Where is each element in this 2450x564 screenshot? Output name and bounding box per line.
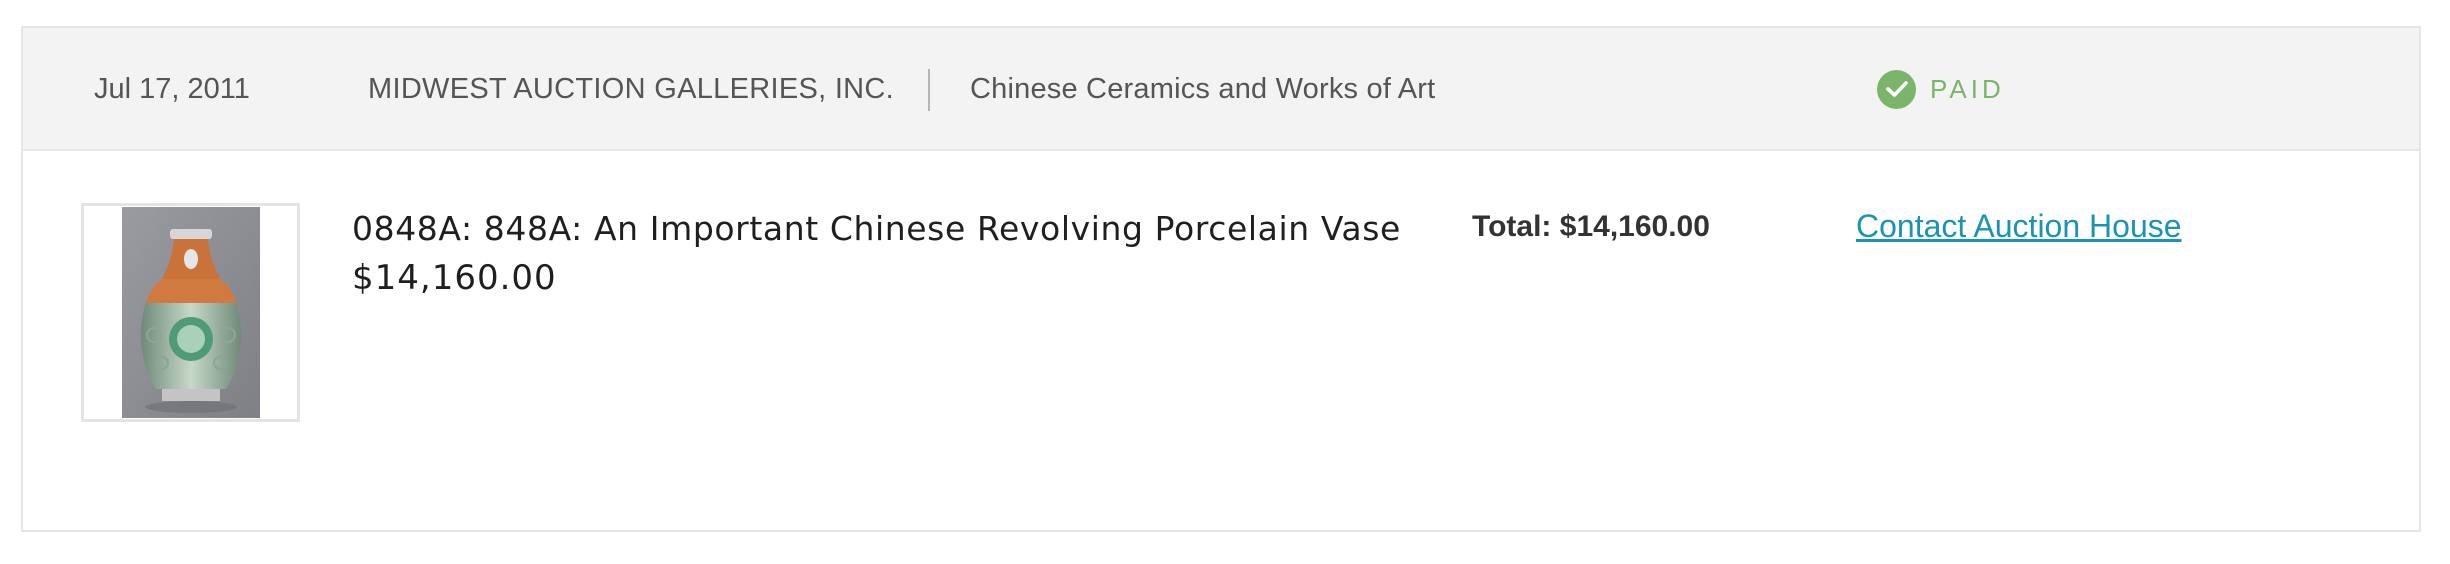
lot-thumbnail[interactable] bbox=[81, 203, 300, 422]
vase-image bbox=[122, 207, 260, 418]
lot-price: $14,160.00 bbox=[352, 258, 557, 298]
order-total: Total: $14,160.00 bbox=[1472, 210, 1710, 243]
invoice-header: Jul 17, 2011 MIDWEST AUCTION GALLERIES, … bbox=[23, 28, 2419, 151]
check-circle-icon bbox=[1877, 69, 1916, 109]
header-divider bbox=[928, 69, 930, 111]
sale-title: Chinese Ceramics and Works of Art bbox=[970, 73, 1436, 105]
payment-status: PAID bbox=[1877, 69, 2005, 109]
payment-status-label: PAID bbox=[1930, 73, 2005, 104]
auction-house-name: MIDWEST AUCTION GALLERIES, INC. bbox=[368, 73, 895, 105]
sale-date: Jul 17, 2011 bbox=[94, 73, 250, 105]
contact-auction-house-link[interactable]: Contact Auction House bbox=[1856, 208, 2182, 245]
lot-title: 0848A: 848A: An Important Chinese Revolv… bbox=[352, 209, 1401, 248]
